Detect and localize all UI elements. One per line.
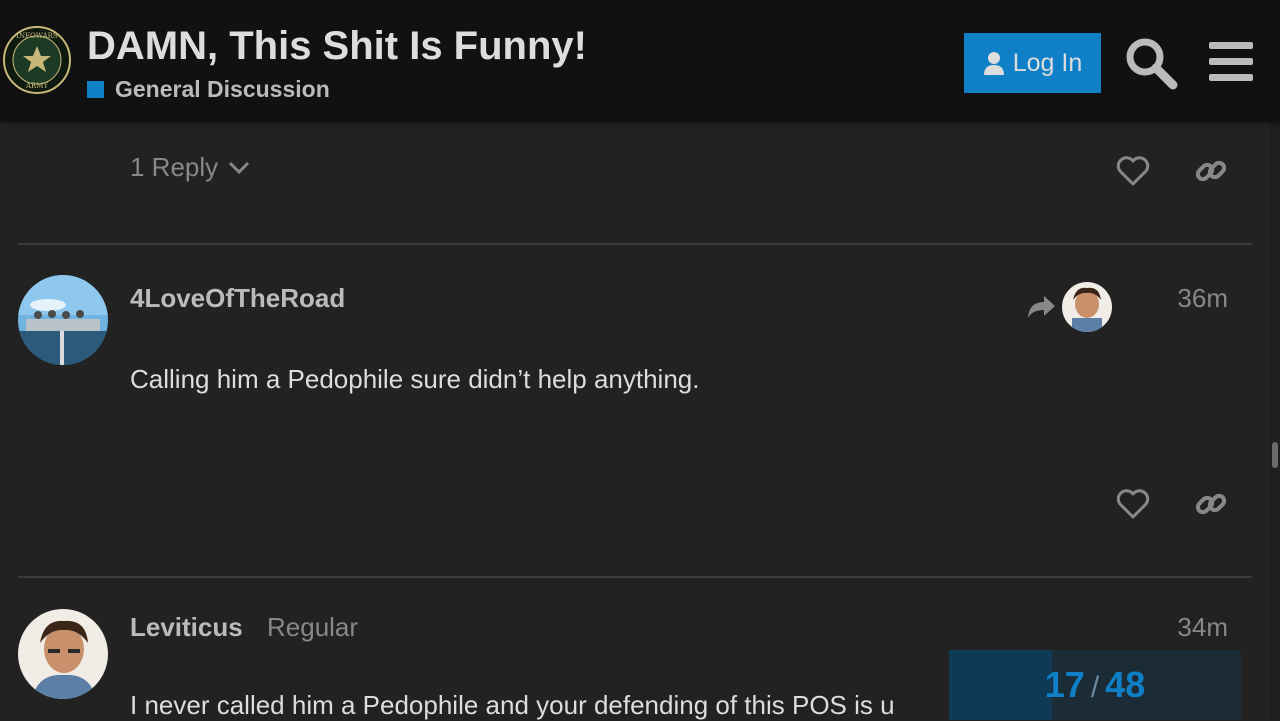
post-divider	[18, 576, 1252, 578]
site-header: INFOWARS ARMY DAMN, This Shit Is Funny! …	[0, 0, 1280, 121]
login-button[interactable]: Log In	[964, 33, 1101, 93]
post-timestamp[interactable]: 34m	[1177, 612, 1228, 643]
search-icon[interactable]	[1123, 35, 1179, 91]
site-logo[interactable]: INFOWARS ARMY	[3, 26, 71, 94]
category-color-swatch	[87, 81, 104, 98]
post-username[interactable]: Leviticus	[130, 612, 243, 643]
progress-total: 48	[1105, 664, 1146, 705]
hamburger-menu-icon[interactable]	[1207, 40, 1255, 84]
progress-separator: /	[1090, 671, 1100, 704]
category-badge[interactable]: General Discussion	[87, 76, 330, 103]
avatar-leviticus[interactable]	[18, 609, 108, 699]
replies-toggle[interactable]: 1 Reply	[130, 152, 250, 183]
post-timestamp[interactable]: 36m	[1177, 283, 1228, 314]
progress-label: 17/48	[1045, 664, 1145, 706]
login-label: Log In	[1012, 48, 1083, 77]
user-icon	[983, 52, 1004, 75]
share-arrow-icon	[1028, 296, 1055, 318]
scrollbar-thumb[interactable]	[1272, 442, 1278, 468]
chevron-down-icon	[229, 161, 250, 174]
post-username[interactable]: 4LoveOfTheRoad	[130, 283, 345, 314]
progress-fill	[949, 650, 1053, 720]
topic-progress[interactable]: 17/48	[949, 650, 1241, 720]
post-divider	[18, 243, 1252, 245]
user-title: Regular	[267, 612, 359, 642]
like-heart-icon[interactable]	[1115, 153, 1151, 189]
post-body-text: Calling him a Pedophile sure didn’t help…	[130, 364, 700, 394]
share-link-icon[interactable]	[1193, 486, 1229, 522]
svg-text:INFOWARS: INFOWARS	[16, 32, 58, 40]
reply-count: 1 Reply	[130, 152, 219, 182]
reply-to-avatar	[1062, 282, 1112, 332]
category-name: General Discussion	[115, 76, 330, 102]
reply-to-tab[interactable]	[1026, 282, 1112, 332]
post-body-text: I never called him a Pedophile and your …	[130, 690, 895, 720]
like-heart-icon[interactable]	[1115, 486, 1151, 522]
avatar-4loveoftheroad[interactable]	[18, 275, 108, 365]
topic-title[interactable]: DAMN, This Shit Is Funny!	[87, 24, 587, 69]
progress-current: 17	[1044, 664, 1085, 705]
share-link-icon[interactable]	[1193, 153, 1229, 189]
svg-text:ARMY: ARMY	[25, 82, 48, 90]
